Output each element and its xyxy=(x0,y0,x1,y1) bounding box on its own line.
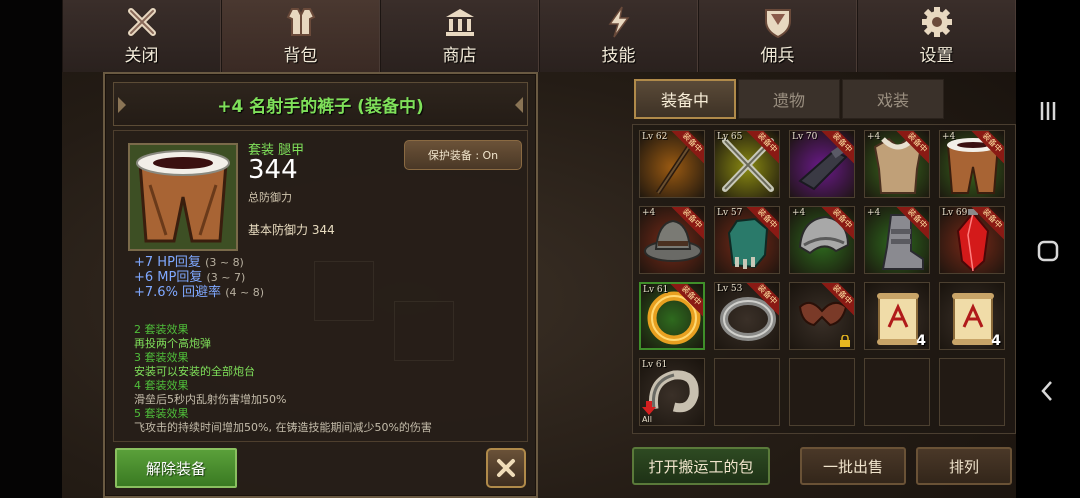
inventory-slot[interactable]: 4 xyxy=(864,282,930,350)
item-count: 4 xyxy=(916,333,926,349)
item-info-area: 套装 腿甲 344 总防御力 基本防御力 344 保护装备 : On +7 HP… xyxy=(113,130,528,442)
item-level: Lv 65 xyxy=(717,132,743,142)
inventory-slot-empty[interactable] xyxy=(789,358,855,426)
recent-apps-icon[interactable] xyxy=(1034,97,1062,125)
close-icon xyxy=(123,4,161,40)
tab-settings[interactable]: 设置 xyxy=(857,0,1016,72)
item-level: Lv 53 xyxy=(717,284,743,294)
item-level: Lv 62 xyxy=(642,132,668,142)
tab-label: 商店 xyxy=(442,46,477,66)
item-title-bar: +4 名射手的裤子 (装备中) xyxy=(113,82,528,126)
item-level: Lv 70 xyxy=(792,132,818,142)
back-icon[interactable] xyxy=(1034,377,1062,405)
protect-equipment-toggle[interactable]: 保护装备 : On xyxy=(404,140,522,170)
inventory-slot[interactable]: Lv 61 装备中 xyxy=(639,282,705,350)
item-level: +4 xyxy=(792,208,806,218)
inventory-slot[interactable]: Lv 69 装备中 xyxy=(939,206,1005,274)
set-effect-desc: 再投两个高炮弹 xyxy=(134,337,211,350)
inventory-slot[interactable]: +4 装备中 xyxy=(939,130,1005,198)
top-nav: 关闭 背包 商店 技能 佣兵 设置 xyxy=(62,0,1016,72)
screen-edge xyxy=(0,0,62,498)
set-effect-desc: 飞攻击的持续时间增加50%, 在铸造技能期间减少50%的伤害 xyxy=(134,421,432,434)
set-effects: 2 套装效果 再投两个高炮弹 3 套装效果 安装可以安装的全部炮台 4 套装效果… xyxy=(134,323,432,435)
item-count: 4 xyxy=(991,333,1001,349)
tab-bag[interactable]: 背包 xyxy=(221,0,380,72)
item-level: Lv 69 xyxy=(942,208,968,218)
stat-line: +7.6% 回避率 (4 ~ 8) xyxy=(134,285,264,300)
stat-line: +6 MP回复 (3 ~ 7) xyxy=(134,270,246,285)
stat-line: +7 HP回复 (3 ~ 8) xyxy=(134,255,244,270)
tab-mercenary[interactable]: 佣兵 xyxy=(698,0,857,72)
pants-icon xyxy=(130,145,236,249)
arrow-down-icon xyxy=(642,401,656,415)
total-defense-label: 总防御力 xyxy=(248,191,292,204)
close-icon xyxy=(497,459,515,477)
inventory-slot[interactable]: Lv 61 All xyxy=(639,358,705,426)
set-effect-header: 4 套装效果 xyxy=(134,379,189,392)
item-level: +4 xyxy=(867,208,881,218)
inventory-grid: Lv 62 装备中 Lv 65 装备中 Lv 70 装备中 +4 装备中 +4 装备中 +4 装备中 L… xyxy=(632,124,1016,434)
inventory-slot[interactable]: +4 装备中 xyxy=(639,206,705,274)
tab-label: 设置 xyxy=(919,46,954,66)
shield-icon xyxy=(759,4,797,40)
item-level: +4 xyxy=(642,208,656,218)
tab-costume[interactable]: 戏装 xyxy=(842,79,944,119)
tab-label: 关闭 xyxy=(124,46,159,66)
shop-icon xyxy=(441,4,479,40)
open-porter-bag-button[interactable]: 打开搬运工的包 xyxy=(632,447,770,485)
item-image xyxy=(128,143,238,251)
close-detail-button[interactable] xyxy=(486,448,526,488)
skill-icon xyxy=(600,4,638,40)
inventory-slot[interactable]: 4 xyxy=(939,282,1005,350)
inventory-slot[interactable]: Lv 53 装备中 xyxy=(714,282,780,350)
inventory-slot-empty[interactable] xyxy=(864,358,930,426)
item-detail-panel: +4 名射手的裤子 (装备中) 套装 腿甲 344 总防御力 基本防御力 344… xyxy=(103,72,538,498)
set-effect-desc: 滑垒后5秒内乱射伤害增加50% xyxy=(134,393,287,406)
background-ghost-slot xyxy=(314,261,374,321)
sort-button[interactable]: 排列 xyxy=(916,447,1012,485)
inventory-slot-empty[interactable] xyxy=(714,358,780,426)
item-level: +4 xyxy=(867,132,881,142)
item-level: Lv 61 xyxy=(642,360,668,370)
base-defense: 基本防御力 344 xyxy=(248,223,335,237)
inventory-slot[interactable]: Lv 70 装备中 xyxy=(789,130,855,198)
home-icon[interactable] xyxy=(1034,237,1062,265)
tab-label: 佣兵 xyxy=(760,46,795,66)
tab-label: 背包 xyxy=(283,46,318,66)
set-effect-header: 2 套装效果 xyxy=(134,323,189,336)
tab-relics[interactable]: 遗物 xyxy=(738,79,840,119)
tab-skill[interactable]: 技能 xyxy=(539,0,698,72)
bulk-sell-button[interactable]: 一批出售 xyxy=(800,447,906,485)
tab-close[interactable]: 关闭 xyxy=(62,0,221,72)
game-screen: 关闭 背包 商店 技能 佣兵 设置 +4 名射手的裤子 (装备中) 套装 腿甲 … xyxy=(0,0,1016,498)
inventory-slot[interactable]: 装备中 xyxy=(789,282,855,350)
tab-equipped[interactable]: 装备中 xyxy=(634,79,736,119)
inventory-slot[interactable]: Lv 57 装备中 xyxy=(714,206,780,274)
inventory-slot[interactable]: +4 装备中 xyxy=(864,130,930,198)
system-nav-bar xyxy=(1016,0,1080,498)
vest-icon xyxy=(282,4,320,40)
inventory-slot[interactable]: +4 装备中 xyxy=(864,206,930,274)
tab-shop[interactable]: 商店 xyxy=(380,0,539,72)
inventory-slot[interactable]: Lv 62 装备中 xyxy=(639,130,705,198)
item-title: +4 名射手的裤子 (装备中) xyxy=(217,96,424,117)
item-level: Lv 61 xyxy=(643,285,669,295)
set-effect-desc: 安装可以安装的全部炮台 xyxy=(134,365,255,378)
stat-list: +7 HP回复 (3 ~ 8) +6 MP回复 (3 ~ 7) +7.6% 回避… xyxy=(134,255,264,300)
inventory-tabs: 装备中 遗物 戏装 xyxy=(634,79,960,119)
tab-label: 技能 xyxy=(601,46,636,66)
inventory-slot[interactable]: +4 装备中 xyxy=(789,206,855,274)
gear-icon xyxy=(918,4,956,40)
item-level: Lv 57 xyxy=(717,208,743,218)
set-effect-header: 5 套装效果 xyxy=(134,407,189,420)
lock-icon xyxy=(840,335,850,347)
inventory-slot-empty[interactable] xyxy=(939,358,1005,426)
set-effect-header: 3 套装效果 xyxy=(134,351,189,364)
item-level: +4 xyxy=(942,132,956,142)
item-tag: All xyxy=(642,415,652,424)
unequip-button[interactable]: 解除装备 xyxy=(115,448,237,488)
inventory-slot[interactable]: Lv 65 装备中 xyxy=(714,130,780,198)
total-defense-value: 344 xyxy=(248,155,298,185)
